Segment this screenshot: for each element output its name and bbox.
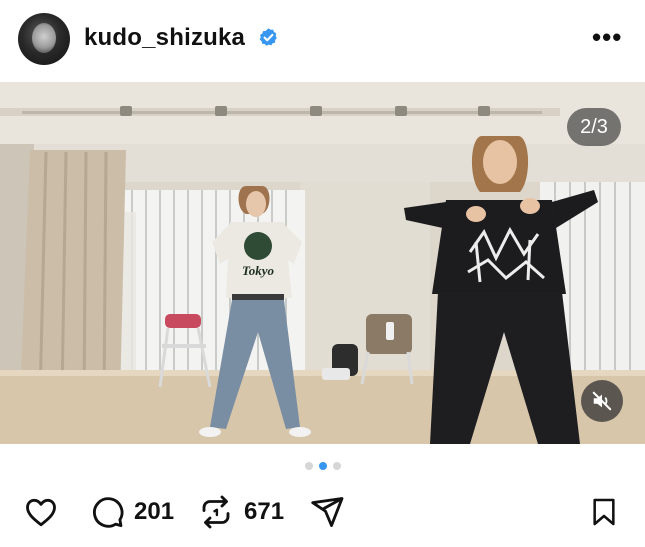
video-frame: Tokyo xyxy=(0,82,645,444)
sweater-text: Tokyo xyxy=(242,263,275,278)
comment-button[interactable]: 201 xyxy=(88,490,188,536)
post-header: kudo_shizuka ••• xyxy=(0,0,645,80)
comment-count: 201 xyxy=(134,498,175,525)
mute-button[interactable] xyxy=(581,380,623,422)
carousel-dot-2[interactable] xyxy=(318,462,327,470)
like-button[interactable] xyxy=(22,490,62,536)
repost-count: 671 xyxy=(244,498,285,525)
carousel-dot-1[interactable] xyxy=(304,462,313,470)
more-horizontal-icon[interactable]: ••• xyxy=(592,24,622,50)
repost-icon xyxy=(202,495,230,529)
username[interactable]: kudo_shizuka xyxy=(84,24,245,52)
curtain xyxy=(20,150,126,400)
bookmark-icon xyxy=(593,498,615,526)
carousel-counter: 2/3 xyxy=(567,108,621,146)
repost-button[interactable]: 671 xyxy=(198,490,298,536)
comment-icon xyxy=(92,497,124,528)
avatar[interactable] xyxy=(18,13,70,65)
carousel-dots xyxy=(0,462,645,472)
verified-badge-icon xyxy=(259,28,277,46)
speaker-muted-icon xyxy=(592,391,612,411)
action-bar: 201 671 xyxy=(0,490,645,536)
post-media[interactable]: Tokyo 2/3 xyxy=(0,82,645,444)
light-rail xyxy=(22,111,542,114)
carousel-dot-3[interactable] xyxy=(332,462,341,470)
share-button[interactable] xyxy=(308,490,348,536)
heart-icon xyxy=(26,498,56,527)
share-icon xyxy=(311,497,344,527)
bookmark-button[interactable] xyxy=(588,490,622,536)
